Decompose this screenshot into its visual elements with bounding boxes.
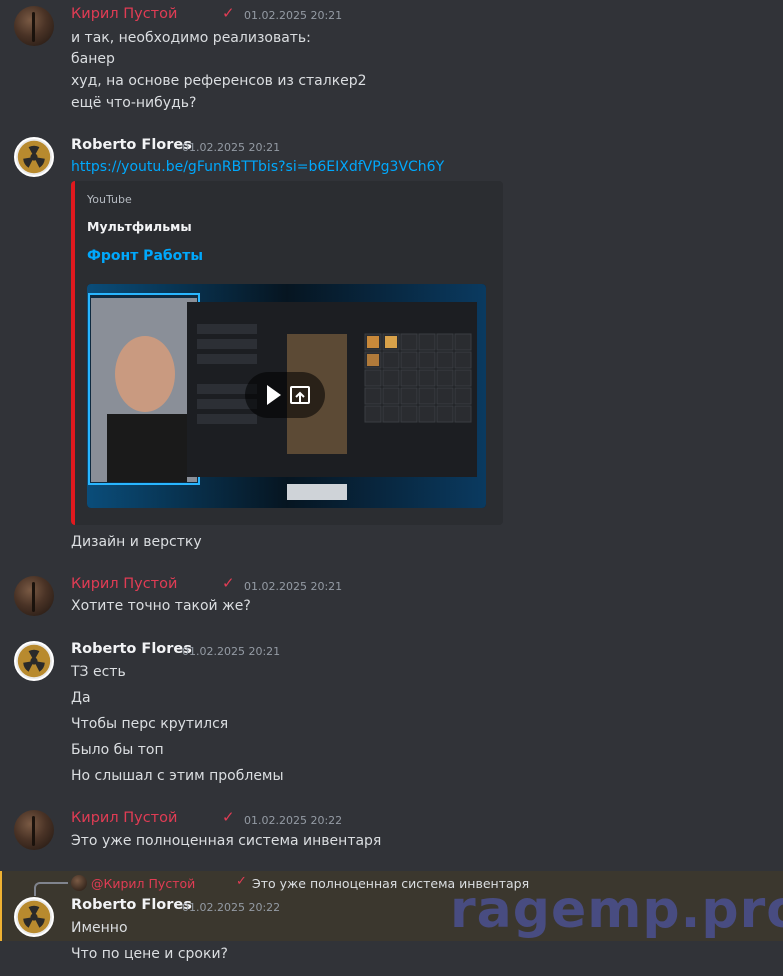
timestamp: 01.02.2025 20:22 (244, 814, 343, 827)
author-name[interactable]: Кирил Пустой (71, 576, 177, 592)
message-line: Чтобы перс крутился (71, 716, 229, 732)
reply-connector (34, 882, 68, 896)
watermark-logo: ragemp.pro (450, 880, 783, 940)
author-name[interactable]: Roberto Flores (71, 897, 192, 913)
message-line: худ, на основе референсов из сталкер2 (71, 73, 367, 89)
video-thumbnail[interactable] (87, 284, 486, 508)
message-line: Это уже полноценная система инвентаря (71, 833, 382, 849)
radiation-icon (17, 644, 51, 678)
author-name[interactable]: Roberto Flores (71, 641, 192, 657)
avatar-kiril[interactable] (14, 576, 54, 616)
avatar-roberto[interactable] (14, 897, 54, 937)
video-controls-overlay[interactable] (245, 372, 325, 418)
author-name[interactable]: Кирил Пустой (71, 810, 177, 826)
timestamp: 01.02.2025 20:21 (244, 580, 343, 593)
reply-mention[interactable]: @Кирил Пустой (91, 876, 195, 891)
avatar-kiril[interactable] (14, 6, 54, 46)
message-line: и так, необходимо реализовать: (71, 30, 311, 46)
message-line: ТЗ есть (71, 664, 126, 680)
embed-provider: YouTube (87, 193, 132, 206)
timestamp: 01.02.2025 20:21 (182, 645, 281, 658)
embed-title[interactable]: Фронт Работы (87, 248, 203, 264)
message-line: Что по цене и сроки? (71, 946, 228, 962)
check-icon: ✓ (222, 808, 235, 826)
avatar-roberto[interactable] (14, 137, 54, 177)
author-name[interactable]: Кирил Пустой (71, 6, 177, 22)
avatar-kiril[interactable] (14, 810, 54, 850)
radiation-icon (17, 140, 51, 174)
message-line: Именно (71, 920, 128, 936)
timestamp: 01.02.2025 20:21 (244, 9, 343, 22)
check-icon: ✓ (222, 574, 235, 592)
message-line: Дизайн и верстку (71, 534, 202, 550)
message-line: Было бы топ (71, 742, 164, 758)
timestamp: 01.02.2025 20:21 (182, 141, 281, 154)
message-line: Хотите точно такой же? (71, 598, 251, 614)
check-icon: ✓ (222, 4, 235, 22)
youtube-embed: YouTube Мультфильмы Фронт Работы (71, 181, 503, 525)
youtube-link[interactable]: https://youtu.be/gFunRBTTbis?si=b6EIXdfV… (71, 159, 444, 175)
message-line: Но слышал с этим проблемы (71, 768, 284, 784)
radiation-icon (17, 900, 51, 934)
author-name[interactable]: Roberto Flores (71, 137, 192, 153)
message-line: Да (71, 690, 91, 706)
check-icon: ✓ (236, 874, 247, 889)
message-line: ещё что-нибудь? (71, 95, 197, 111)
avatar-roberto[interactable] (14, 641, 54, 681)
reply-avatar[interactable] (71, 875, 87, 891)
timestamp: 01.02.2025 20:22 (182, 901, 281, 914)
embed-author[interactable]: Мультфильмы (87, 219, 192, 234)
message-line: банер (71, 51, 115, 67)
